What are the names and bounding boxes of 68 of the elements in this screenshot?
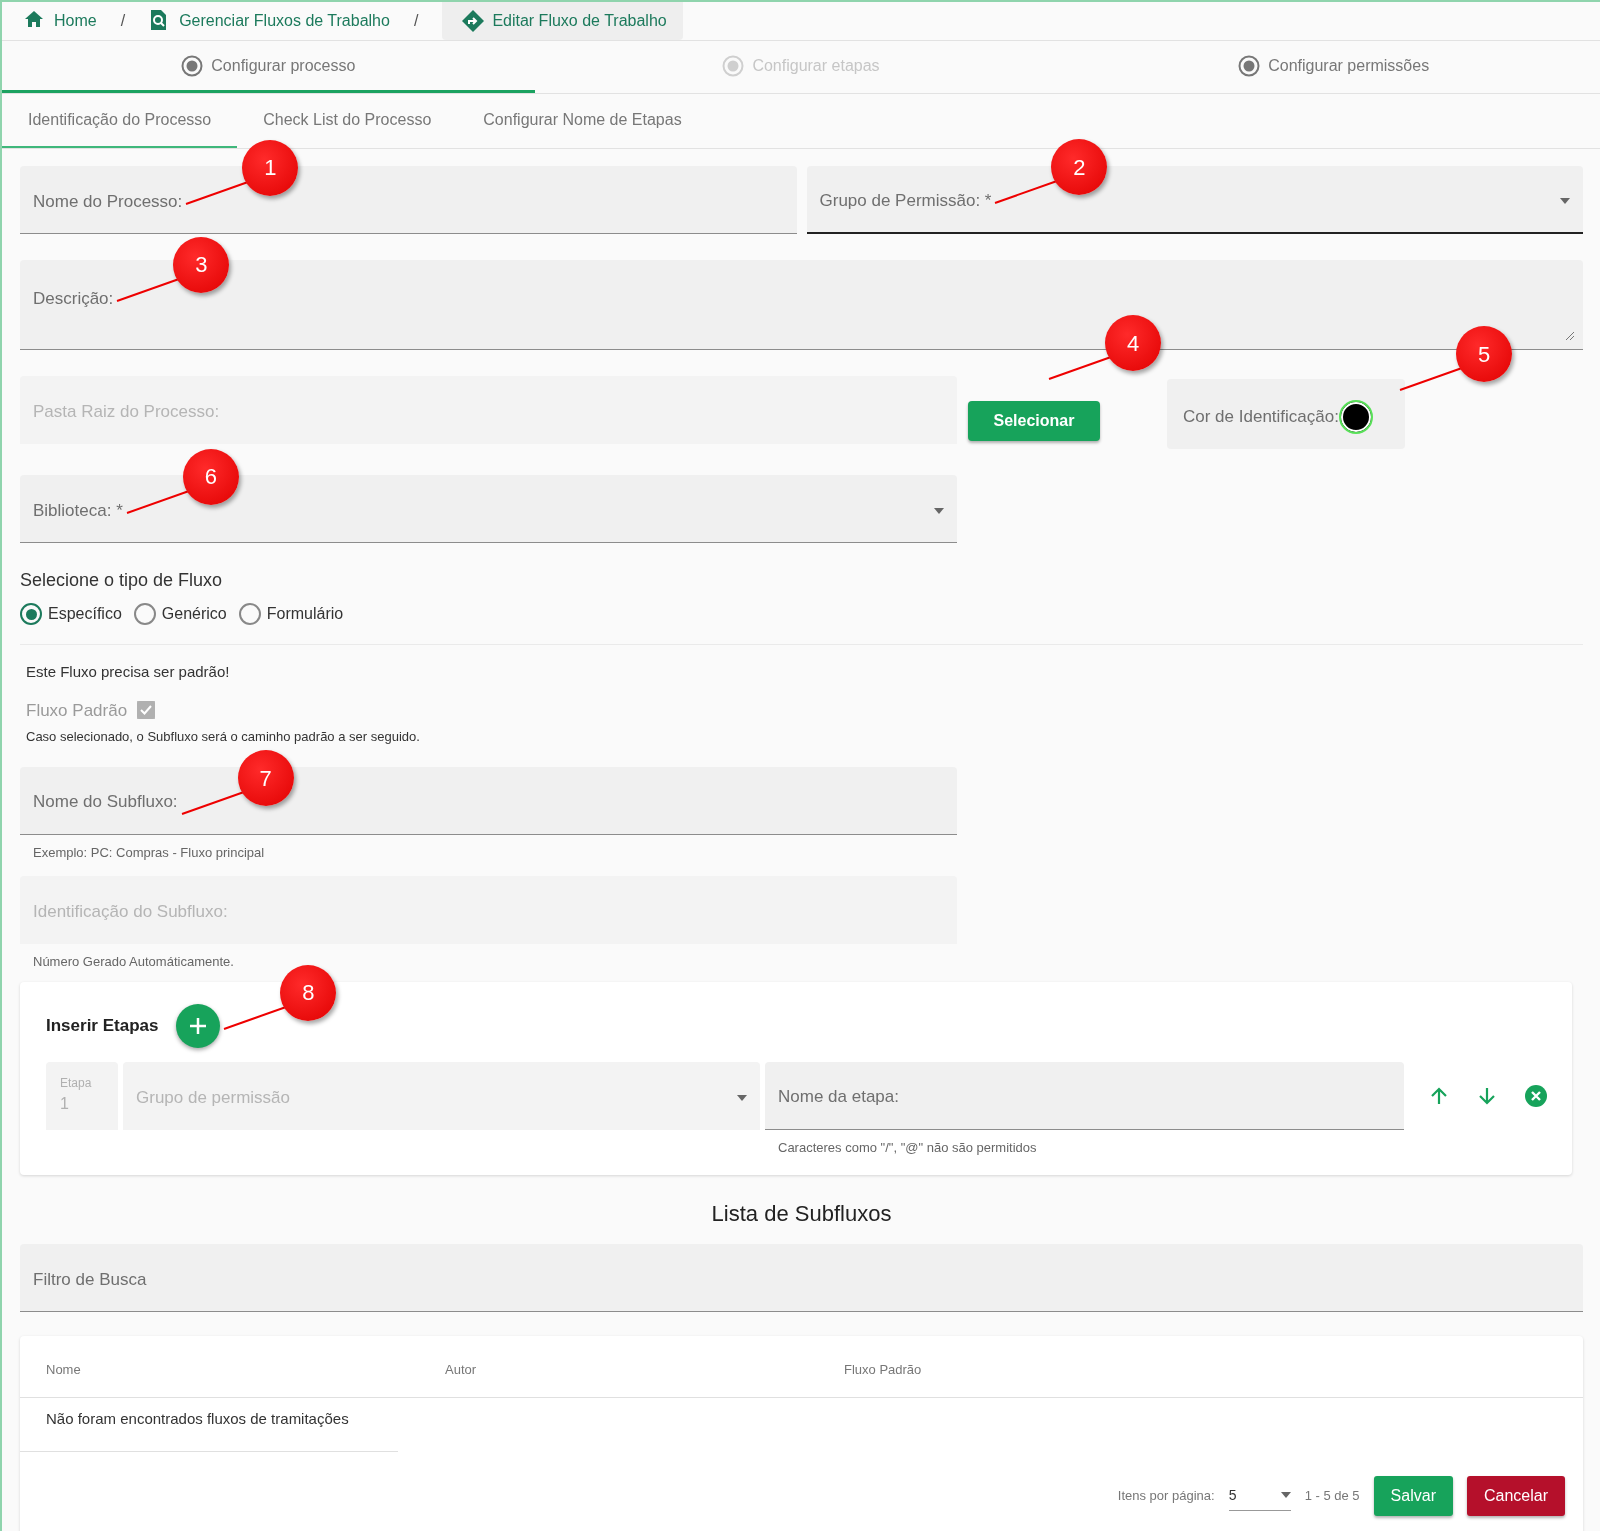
section-heading: Lista de Subfluxos: [710, 1200, 893, 1228]
radio-option[interactable]: Específico: [20, 602, 122, 626]
save-button[interactable]: Salvar: [1373, 1475, 1453, 1516]
step-icon: [181, 54, 204, 77]
breadcrumb-link[interactable]: Home: [24, 2, 113, 40]
caret-icon: [934, 507, 944, 514]
leader-line: [126, 488, 189, 513]
input-field[interactable]: Filtro de Busca: [20, 1244, 1583, 1312]
caret-icon: [737, 1094, 747, 1101]
caret-icon: [1560, 198, 1570, 204]
resize-handle-icon: [1565, 331, 1575, 341]
radio-option[interactable]: Formulário: [238, 602, 344, 626]
leader-line: [1049, 355, 1111, 379]
page-range-text: 1 - 5 de 5: [1304, 1486, 1360, 1505]
breadcrumb-separator: /: [412, 11, 420, 31]
tab[interactable]: Configurar Nome de Etapas: [457, 94, 708, 148]
step-icon: [722, 54, 745, 77]
column-header: Nome: [46, 1361, 82, 1379]
callout-marker: 3: [173, 236, 230, 293]
radio-option[interactable]: Genérico: [133, 602, 227, 626]
leader-line: [181, 790, 244, 814]
close-circle-icon: [1525, 1084, 1547, 1107]
callout-marker: 6: [182, 448, 239, 505]
add-button[interactable]: [176, 1003, 221, 1048]
notice-text: Este Fluxo precisa ser padrão!: [25, 662, 231, 682]
breadcrumb-link[interactable]: Editar Fluxo de Trabalho: [442, 2, 683, 40]
callout-marker: 8: [280, 964, 337, 1021]
input-field[interactable]: Nome da etapa:: [765, 1061, 1404, 1130]
move-up-button[interactable]: [1429, 1085, 1449, 1106]
arrow-down-icon: [1477, 1085, 1497, 1106]
help-text: Caso selecionado, o Subfluxo será o caminho padrão a ser seguido.: [25, 728, 421, 746]
card-title: Inserir Etapas: [46, 1014, 159, 1037]
column-header: Fluxo Padrão: [844, 1361, 923, 1379]
leader-line: [995, 179, 1058, 203]
callout-marker: 1: [242, 139, 299, 196]
color-swatch[interactable]: [1338, 400, 1373, 434]
page-size-label: Itens por página:: [1117, 1486, 1215, 1505]
move-down-button[interactable]: [1477, 1085, 1497, 1106]
leader-line: [224, 1004, 287, 1029]
stepper-step[interactable]: Configurar permissões: [1067, 41, 1600, 93]
section-title: Selecione o tipo de Fluxo: [20, 569, 224, 592]
callout-marker: 7: [237, 750, 294, 806]
arrow-up-icon: [1429, 1085, 1449, 1106]
step-number-field: Etapa 1: [46, 1061, 118, 1130]
breadcrumb-separator: /: [119, 11, 127, 31]
step-icon: [1238, 54, 1261, 77]
remove-button[interactable]: [1525, 1084, 1547, 1107]
leader-line: [1400, 366, 1462, 390]
input-field: Pasta Raiz do Processo:: [20, 376, 957, 444]
input-field: Identificação do Subfluxo:: [20, 876, 957, 944]
caret-icon: [1280, 1492, 1291, 1498]
hint-text: Caracteres como "/", "@" não são permitidos: [777, 1138, 1038, 1157]
empty-message: Não foram encontrados fluxos de tramitações: [20, 1398, 398, 1452]
column-header: Autor: [445, 1361, 478, 1379]
diamond-arrow-icon: [462, 10, 485, 32]
stepper-step[interactable]: Configurar processo: [2, 41, 535, 93]
color-field[interactable]: Cor de Identificação:: [1167, 379, 1405, 449]
leader-line: [186, 179, 249, 204]
tab[interactable]: Identificação do Processo: [2, 94, 238, 148]
hint-text: Exemplo: PC: Compras - Fluxo principal: [32, 843, 266, 862]
page-size-select[interactable]: 5: [1228, 1480, 1291, 1511]
breadcrumb-link[interactable]: Gerenciar Fluxos de Trabalho: [149, 2, 406, 40]
callout-marker: 2: [1051, 139, 1108, 195]
cancel-button[interactable]: Cancelar: [1466, 1475, 1565, 1516]
hint-text: Número Gerado Automáticamente.: [32, 953, 235, 971]
plus-icon: [189, 1016, 208, 1035]
select-button[interactable]: Selecionar: [968, 401, 1100, 441]
leader-line: [117, 276, 180, 301]
